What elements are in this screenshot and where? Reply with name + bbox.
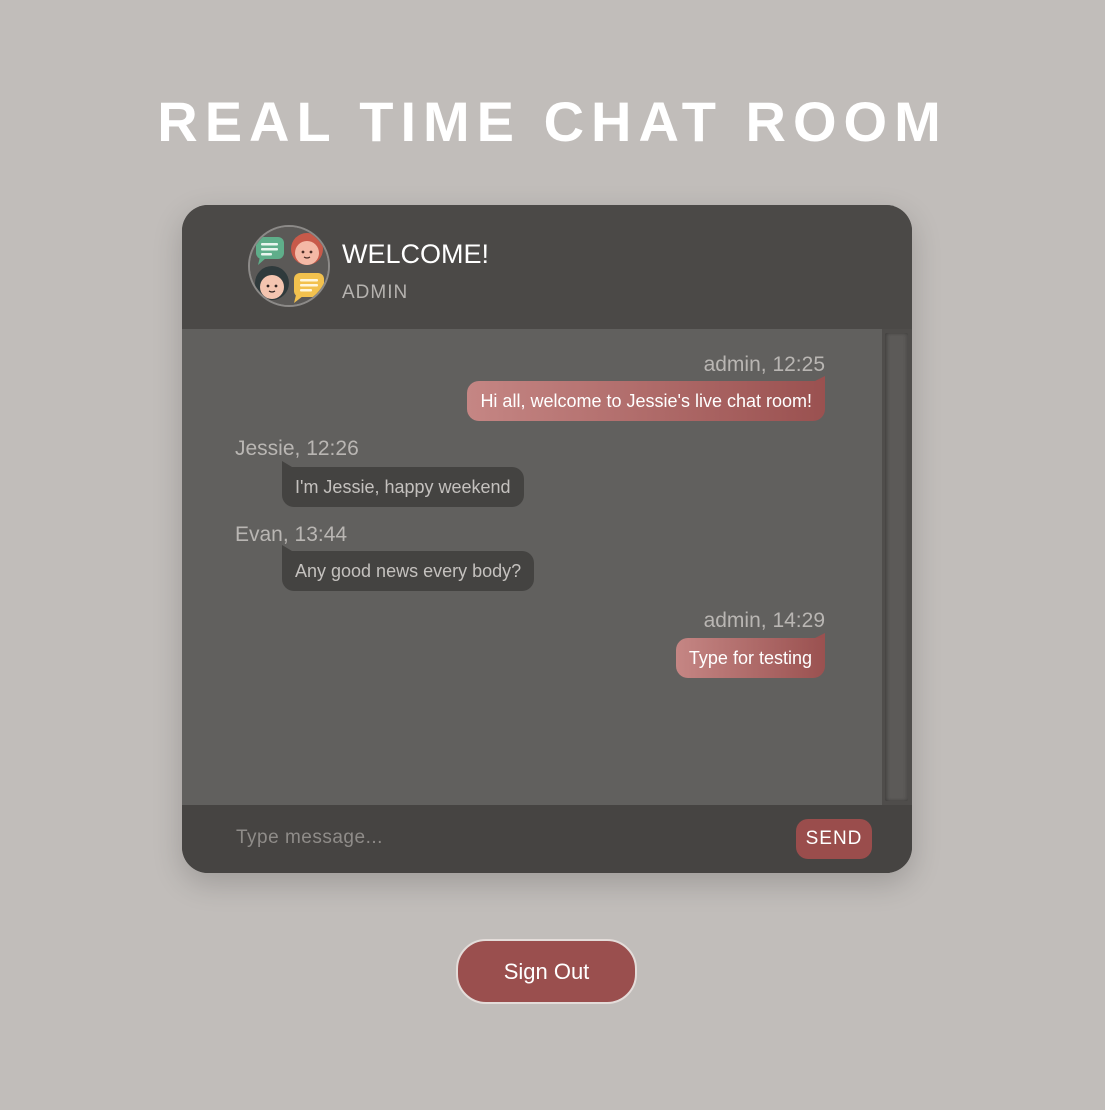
message-meta: Jessie, 12:26 bbox=[235, 437, 359, 460]
message-bubble: I'm Jessie, happy weekend bbox=[282, 461, 524, 507]
chat-window: WELCOME! ADMIN admin, 12:25 Hi all, welc… bbox=[182, 205, 912, 873]
chat-header: WELCOME! ADMIN bbox=[182, 205, 912, 329]
chat-people-avatar-icon bbox=[248, 225, 330, 307]
composer-bar: SEND bbox=[182, 805, 912, 873]
message-meta: admin, 14:29 bbox=[703, 609, 825, 632]
message-bubble-own: Hi all, welcome to Jessie's live chat ro… bbox=[467, 376, 825, 421]
page-title: REAL TIME CHAT ROOM bbox=[157, 90, 948, 153]
message-bubble-own: Type for testing bbox=[675, 633, 826, 678]
welcome-title: WELCOME! bbox=[342, 239, 490, 269]
message-list[interactable]: admin, 12:25 Hi all, welcome to Jessie's… bbox=[182, 329, 882, 805]
message-input[interactable] bbox=[234, 822, 778, 854]
send-button[interactable]: SEND bbox=[796, 819, 872, 859]
message-meta: Evan, 13:44 bbox=[235, 523, 348, 546]
message-scrollbar[interactable] bbox=[882, 329, 912, 805]
scrollbar-thumb[interactable] bbox=[885, 333, 908, 801]
sign-out-button[interactable]: Sign Out bbox=[456, 939, 637, 1004]
current-username: ADMIN bbox=[342, 282, 409, 303]
message-meta: admin, 12:25 bbox=[703, 353, 825, 376]
message-bubble: Any good news every body? bbox=[282, 545, 535, 591]
